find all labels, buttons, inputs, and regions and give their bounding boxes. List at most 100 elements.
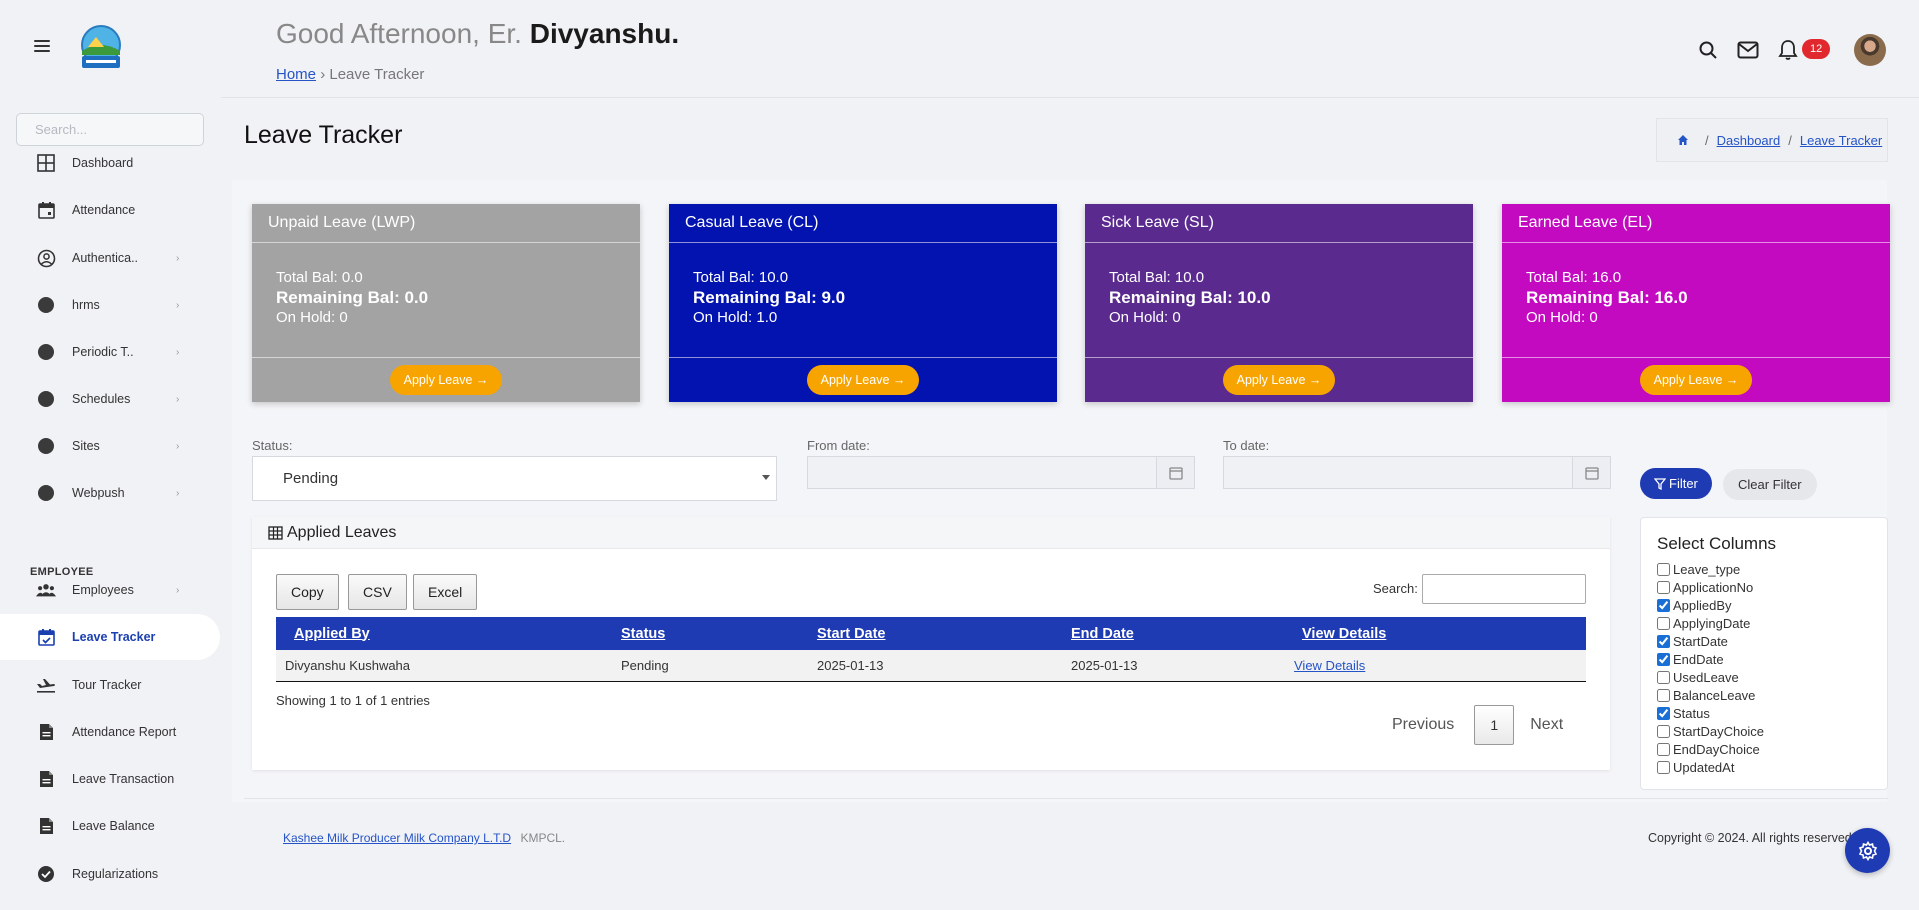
- column-checkbox[interactable]: [1657, 580, 1670, 594]
- column-option-status[interactable]: Status: [1657, 704, 1887, 722]
- column-option-updatedat[interactable]: UpdatedAt: [1657, 758, 1887, 776]
- column-option-usedleave[interactable]: UsedLeave: [1657, 668, 1887, 686]
- clear-filter-button[interactable]: Clear Filter: [1723, 469, 1817, 500]
- sidebar-item-dashboard[interactable]: Dashboard: [0, 140, 221, 186]
- chevron-right-icon: ›: [176, 299, 180, 311]
- column-option-enddaychoice[interactable]: EndDayChoice: [1657, 740, 1887, 758]
- current-page-button[interactable]: 1: [1474, 705, 1515, 745]
- column-header-start-date[interactable]: Start Date: [817, 617, 1071, 650]
- home-icon[interactable]: [1677, 134, 1689, 146]
- calendar-icon[interactable]: [1573, 456, 1611, 489]
- chevron-right-icon: ›: [176, 487, 180, 499]
- excel-button[interactable]: Excel: [413, 574, 478, 610]
- sidebar-item-authentica[interactable]: Authentica.. ›: [0, 235, 221, 281]
- leave-card-footer: Apply Leave →: [1085, 358, 1473, 402]
- breadcrumb-separator: /: [1705, 132, 1709, 148]
- mail-icon[interactable]: [1736, 38, 1760, 62]
- sidebar-item-webpush[interactable]: Webpush ›: [0, 470, 221, 516]
- column-header-status[interactable]: Status: [621, 617, 817, 650]
- sidebar-item-leave-tracker[interactable]: Leave Tracker: [0, 614, 220, 660]
- view-details-link[interactable]: View Details: [1294, 658, 1365, 673]
- column-checkbox[interactable]: [1657, 742, 1670, 756]
- sidebar-item-regularizations[interactable]: Regularizations: [0, 851, 221, 897]
- column-option-leave-type[interactable]: Leave_type: [1657, 560, 1887, 578]
- sidebar-item-sites[interactable]: Sites ›: [0, 423, 221, 469]
- column-checkbox[interactable]: [1657, 670, 1670, 684]
- sidebar-item-attendance-report[interactable]: Attendance Report: [0, 709, 221, 755]
- apply-leave-button[interactable]: Apply Leave →: [1639, 365, 1753, 395]
- sidebar-item-hrms[interactable]: hrms ›: [0, 282, 221, 328]
- breadcrumb-dashboard-link[interactable]: Dashboard: [1717, 133, 1781, 148]
- csv-button[interactable]: CSV: [348, 574, 407, 610]
- sidebar-item-employees[interactable]: Employees ›: [0, 567, 221, 613]
- breadcrumb-leave-tracker-link[interactable]: Leave Tracker: [1800, 133, 1882, 148]
- leave-card-title: Earned Leave (EL): [1502, 204, 1890, 243]
- sidebar-item-label: Leave Balance: [72, 819, 155, 833]
- apply-leave-button[interactable]: Apply Leave →: [389, 365, 503, 395]
- company-logo[interactable]: [74, 25, 128, 71]
- previous-page-button[interactable]: Previous: [1392, 716, 1454, 734]
- apply-leave-button[interactable]: Apply Leave →: [806, 365, 920, 395]
- column-option-appliedby[interactable]: AppliedBy: [1657, 596, 1887, 614]
- sidebar-item-leave-balance[interactable]: Leave Balance: [0, 803, 221, 849]
- to-date-input[interactable]: [1223, 456, 1573, 489]
- table-search-input[interactable]: [1422, 574, 1586, 604]
- column-checkbox[interactable]: [1657, 598, 1670, 612]
- sidebar-item-schedules[interactable]: Schedules ›: [0, 376, 221, 422]
- applied-leaves-title: Applied Leaves: [287, 523, 397, 541]
- company-link[interactable]: Kashee Milk Producer Milk Company L.T.D: [283, 831, 511, 845]
- column-checkbox[interactable]: [1657, 724, 1670, 738]
- column-checkbox[interactable]: [1657, 706, 1670, 720]
- menu-toggle-icon[interactable]: [34, 40, 50, 52]
- column-option-startdaychoice[interactable]: StartDayChoice: [1657, 722, 1887, 740]
- column-option-applicationno[interactable]: ApplicationNo: [1657, 578, 1887, 596]
- filter-button[interactable]: Filter: [1640, 468, 1712, 499]
- sidebar-item-tour-tracker[interactable]: Tour Tracker: [0, 662, 221, 708]
- from-date-input[interactable]: [807, 456, 1157, 489]
- settings-gear-icon[interactable]: [1845, 828, 1890, 873]
- header-breadcrumb: Home › Leave Tracker: [276, 66, 424, 83]
- column-header-applied-by[interactable]: Applied By: [276, 617, 621, 650]
- column-checkbox[interactable]: [1657, 616, 1670, 630]
- sidebar-item-label: Authentica..: [72, 251, 139, 265]
- column-checkbox[interactable]: [1657, 652, 1670, 666]
- column-checkbox[interactable]: [1657, 562, 1670, 576]
- page-breadcrumb: / Dashboard / Leave Tracker: [1656, 118, 1888, 162]
- column-option-startdate[interactable]: StartDate: [1657, 632, 1887, 650]
- column-checkbox[interactable]: [1657, 760, 1670, 774]
- column-option-label: Status: [1673, 705, 1710, 721]
- notification-badge[interactable]: 12: [1802, 39, 1831, 59]
- sidebar-item-leave-transaction[interactable]: Leave Transaction: [0, 756, 221, 802]
- cell-applied-by: Divyanshu Kushwaha: [276, 650, 621, 682]
- column-option-applyingdate[interactable]: ApplyingDate: [1657, 614, 1887, 632]
- status-select[interactable]: Pending: [252, 456, 777, 501]
- column-checkbox[interactable]: [1657, 688, 1670, 702]
- sidebar-item-label: Attendance: [72, 203, 136, 217]
- breadcrumb-home-link[interactable]: Home: [276, 66, 316, 83]
- page-title: Leave Tracker: [244, 121, 403, 149]
- next-page-button[interactable]: Next: [1530, 716, 1563, 734]
- apply-leave-button[interactable]: Apply Leave →: [1222, 365, 1336, 395]
- pagination: Previous 1 Next: [1392, 705, 1563, 745]
- column-option-label: ApplicationNo: [1673, 579, 1754, 595]
- leave-card-body: Total Bal: 10.0 Remaining Bal: 10.0 On Hol…: [1085, 243, 1473, 358]
- copy-button[interactable]: Copy: [276, 574, 339, 610]
- search-icon[interactable]: [1696, 38, 1720, 62]
- sidebar-item-periodic-t[interactable]: Periodic T.. ›: [0, 329, 221, 375]
- column-checkbox[interactable]: [1657, 634, 1670, 648]
- sidebar-item-attendance[interactable]: Attendance: [0, 187, 221, 233]
- column-option-label: EndDate: [1673, 651, 1724, 667]
- on-hold: On Hold: 1.0: [693, 309, 778, 326]
- column-header-view-details[interactable]: View Details: [1302, 617, 1586, 650]
- column-header-end-date[interactable]: End Date: [1071, 617, 1302, 650]
- column-option-balanceleave[interactable]: BalanceLeave: [1657, 686, 1887, 704]
- column-option-label: ApplyingDate: [1673, 615, 1751, 631]
- sidebar-item-label: Tour Tracker: [72, 678, 142, 692]
- calendar-icon[interactable]: [1157, 456, 1195, 489]
- filter-icon: [1654, 477, 1666, 490]
- bell-icon[interactable]: [1776, 38, 1800, 62]
- user-avatar[interactable]: [1854, 34, 1886, 66]
- column-option-enddate[interactable]: EndDate: [1657, 650, 1887, 668]
- sidebar-item-label: Periodic T..: [72, 345, 134, 359]
- chevron-right-icon: ›: [176, 252, 180, 264]
